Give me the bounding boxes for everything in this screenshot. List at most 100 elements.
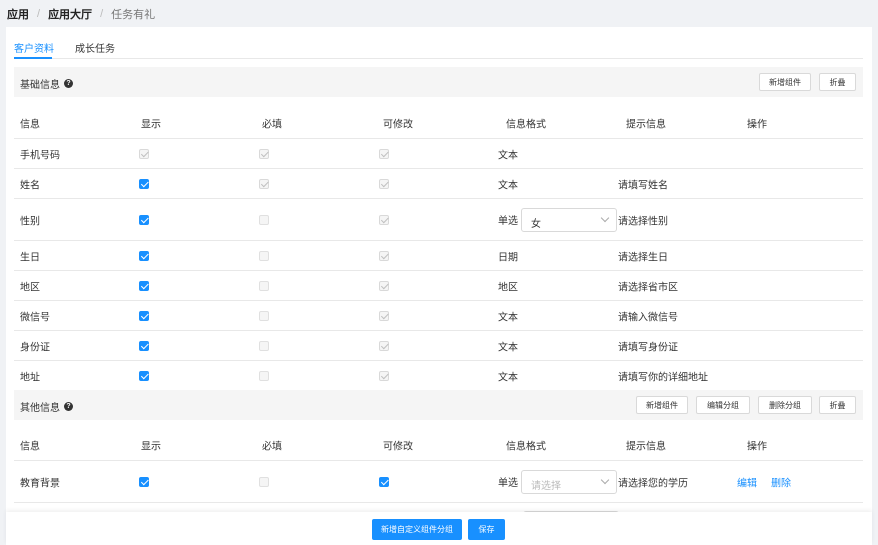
format-select[interactable]: 女 bbox=[521, 207, 617, 232]
col-show: 显示 bbox=[141, 441, 161, 452]
active-tab-indicator bbox=[14, 57, 52, 59]
format-label: 地区 bbox=[498, 282, 518, 293]
table-row: 姓名 文本 请填写姓名 bbox=[14, 169, 863, 199]
field-name: 手机号码 bbox=[20, 150, 60, 161]
tip-text: 请选择生日 bbox=[618, 252, 668, 263]
breadcrumb: 应用 / 应用大厅 / 任务有礼 bbox=[7, 7, 155, 21]
show-checkbox[interactable] bbox=[139, 340, 149, 351]
required-checkbox bbox=[259, 250, 269, 261]
collapse-button[interactable]: 折叠 bbox=[819, 73, 856, 91]
table-row: 教育背景 单选 请选择 请选择您的学历 编辑 删除 bbox=[14, 461, 863, 503]
show-checkbox[interactable] bbox=[139, 370, 149, 381]
editable-checkbox bbox=[379, 340, 389, 351]
col-format: 信息格式 bbox=[506, 119, 546, 130]
show-checkbox[interactable] bbox=[139, 178, 149, 189]
format-label: 文本 bbox=[498, 180, 518, 191]
required-checkbox bbox=[259, 340, 269, 351]
select-value: 请选择 bbox=[531, 480, 561, 492]
delete-group-button[interactable]: 删除分组 bbox=[758, 396, 812, 414]
col-op: 操作 bbox=[747, 441, 767, 452]
required-checkbox bbox=[259, 148, 269, 159]
breadcrumb-item-current: 任务有礼 bbox=[111, 9, 156, 21]
required-checkbox bbox=[259, 214, 269, 225]
show-checkbox bbox=[139, 148, 149, 159]
format-select[interactable]: 请选择 bbox=[521, 469, 617, 494]
chevron-down-icon bbox=[600, 475, 610, 484]
format-label: 文本 bbox=[498, 150, 518, 161]
field-name: 生日 bbox=[20, 252, 40, 263]
col-op: 操作 bbox=[747, 119, 767, 130]
table-header: 信息 显示 必填 可修改 信息格式 提示信息 操作 bbox=[14, 107, 863, 139]
format-label: 单选 bbox=[498, 216, 518, 227]
required-checkbox bbox=[259, 280, 269, 291]
editable-checkbox bbox=[379, 178, 389, 189]
editable-checkbox bbox=[379, 250, 389, 261]
section-title: 基础信息 bbox=[20, 80, 60, 91]
section-other-info-header: 其他信息 ? 新增组件 编辑分组 删除分组 折叠 bbox=[14, 390, 863, 420]
required-checkbox bbox=[259, 476, 269, 487]
format-label: 日期 bbox=[498, 252, 518, 263]
field-name: 教育背景 bbox=[20, 478, 60, 489]
tab-customer-profile[interactable]: 客户资料 bbox=[14, 40, 54, 55]
required-checkbox bbox=[259, 178, 269, 189]
tip-text: 请填写身份证 bbox=[618, 342, 678, 353]
breadcrumb-separator: / bbox=[100, 8, 104, 20]
footer-bar: 新增自定义组件分组 保存 bbox=[6, 512, 872, 545]
table-header: 信息 显示 必填 可修改 信息格式 提示信息 操作 bbox=[14, 429, 863, 461]
col-show: 显示 bbox=[141, 119, 161, 130]
tip-text: 请选择性别 bbox=[618, 216, 668, 227]
table-row: 地址 文本 请填写你的详细地址 bbox=[14, 361, 863, 391]
show-checkbox[interactable] bbox=[139, 280, 149, 291]
field-name: 姓名 bbox=[20, 180, 40, 191]
editable-checkbox bbox=[379, 310, 389, 321]
tip-text: 请选择您的学历 bbox=[618, 478, 688, 489]
field-name: 地址 bbox=[20, 372, 40, 383]
show-checkbox[interactable] bbox=[139, 476, 149, 487]
table-row: 地区 地区 请选择省市区 bbox=[14, 271, 863, 301]
show-checkbox[interactable] bbox=[139, 214, 149, 225]
required-checkbox bbox=[259, 310, 269, 321]
col-editable: 可修改 bbox=[383, 119, 413, 130]
breadcrumb-item-app-hall[interactable]: 应用大厅 bbox=[48, 6, 92, 22]
col-editable: 可修改 bbox=[383, 441, 413, 452]
format-label: 文本 bbox=[498, 372, 518, 383]
tab-growth-tasks[interactable]: 成长任务 bbox=[75, 40, 115, 55]
table-row: 生日 日期 请选择生日 bbox=[14, 241, 863, 271]
tip-text: 请选择省市区 bbox=[618, 282, 678, 293]
chevron-down-icon bbox=[600, 213, 610, 222]
tip-text: 请填写你的详细地址 bbox=[618, 372, 708, 383]
col-format: 信息格式 bbox=[506, 441, 546, 452]
tip-text: 请输入微信号 bbox=[618, 312, 678, 323]
delete-link[interactable]: 删除 bbox=[771, 478, 791, 489]
breadcrumb-item-app[interactable]: 应用 bbox=[7, 6, 29, 22]
format-label: 文本 bbox=[498, 312, 518, 323]
tab-bar: 客户资料 成长任务 bbox=[14, 37, 863, 59]
field-name: 地区 bbox=[20, 282, 40, 293]
main-card: 客户资料 成长任务 基础信息 ? 新增组件 折叠 信息 显示 必填 可修改 信息… bbox=[6, 27, 872, 545]
save-button[interactable]: 保存 bbox=[468, 519, 505, 540]
edit-link[interactable]: 编辑 bbox=[737, 478, 757, 489]
add-component-button[interactable]: 新增组件 bbox=[759, 73, 811, 91]
collapse-button[interactable]: 折叠 bbox=[819, 396, 856, 414]
help-icon[interactable]: ? bbox=[64, 402, 73, 411]
edit-group-button[interactable]: 编辑分组 bbox=[696, 396, 750, 414]
add-custom-group-button[interactable]: 新增自定义组件分组 bbox=[372, 519, 462, 540]
show-checkbox[interactable] bbox=[139, 310, 149, 321]
col-required: 必填 bbox=[262, 119, 282, 130]
col-name: 信息 bbox=[20, 441, 40, 452]
table-row: 手机号码 文本 bbox=[14, 139, 863, 169]
show-checkbox[interactable] bbox=[139, 250, 149, 261]
editable-checkbox bbox=[379, 214, 389, 225]
col-tip: 提示信息 bbox=[626, 119, 666, 130]
editable-checkbox[interactable] bbox=[379, 476, 389, 487]
format-label: 文本 bbox=[498, 342, 518, 353]
editable-checkbox bbox=[379, 148, 389, 159]
select-value: 女 bbox=[531, 218, 541, 230]
section-basic-info-header: 基础信息 ? 新增组件 折叠 bbox=[14, 67, 863, 97]
table-row: 身份证 文本 请填写身份证 bbox=[14, 331, 863, 361]
help-icon[interactable]: ? bbox=[64, 79, 73, 88]
add-component-button[interactable]: 新增组件 bbox=[636, 396, 688, 414]
editable-checkbox bbox=[379, 370, 389, 381]
field-name: 身份证 bbox=[20, 342, 50, 353]
field-name: 微信号 bbox=[20, 312, 50, 323]
